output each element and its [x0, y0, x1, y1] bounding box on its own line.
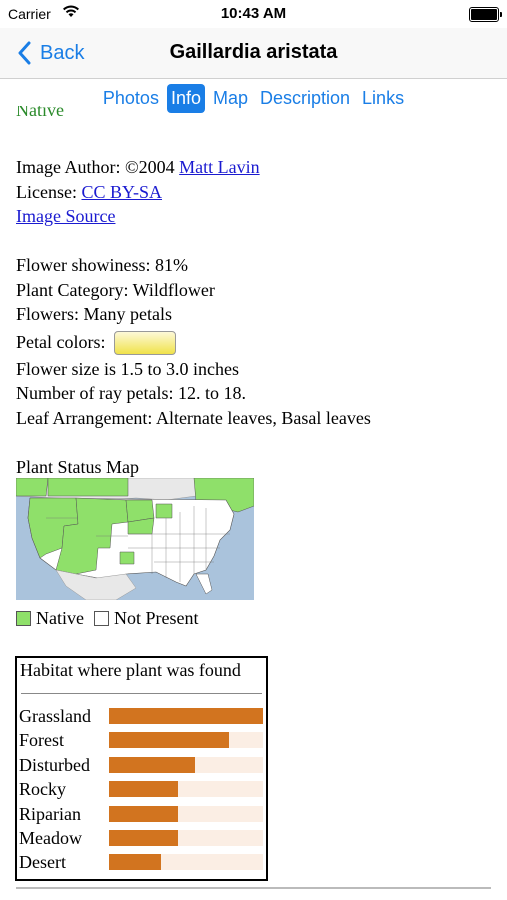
habitat-bar-track [109, 854, 263, 871]
plant-status-map [16, 478, 254, 600]
showiness-text: Flower showiness: 81% [16, 255, 188, 275]
habitat-bar-track [109, 708, 263, 724]
battery-icon [469, 7, 502, 22]
habitat-title: Habitat where plant was found [20, 660, 241, 680]
habitat-row: Meadow [19, 826, 264, 850]
tab-photos[interactable]: Photos [99, 84, 163, 113]
leaf-arrangement-text: Leaf Arrangement: Alternate leaves, Basa… [16, 407, 371, 428]
habitat-label: Grassland [19, 706, 91, 726]
license-line: License: CC BY-SA [16, 181, 163, 202]
petal-color-swatch [113, 331, 176, 356]
habitat-bar-track [109, 781, 263, 798]
ray-petals-text: Number of ray petals: 12. to 18. [16, 383, 246, 403]
category-text: Plant Category: Wildflower [16, 279, 215, 300]
habitat-bar [109, 756, 196, 773]
tab-links[interactable]: Links [358, 84, 408, 113]
habitat-row: Rocky [19, 777, 264, 801]
habitat-chart: Habitat where plant was found Grassland F… [15, 656, 268, 881]
habitat-row: Grassland [19, 704, 264, 728]
tab-description[interactable]: Description [256, 84, 354, 113]
image-source-link[interactable]: Image Source [16, 206, 115, 226]
tab-info[interactable]: Info [166, 83, 205, 113]
clock: 10:43 AM [220, 5, 287, 22]
page-title: Gaillardia aristata [169, 41, 338, 63]
habitat-row: Disturbed [19, 753, 264, 777]
habitat-label: Meadow [19, 828, 82, 848]
image-source-line: Image Source [16, 204, 491, 229]
author-link[interactable]: Matt Lavin [179, 157, 259, 177]
info-content: Image Author: ©2004 Matt Lavin License: … [16, 155, 491, 479]
habitat-label: Riparian [19, 803, 81, 824]
habitat-bar-track [109, 805, 263, 822]
habitat-label: Disturbed [19, 754, 90, 775]
flower-size-text: Flower size is 1.5 to 3.0 inches [16, 358, 239, 379]
habitat-bar-track [109, 756, 263, 773]
habitat-label: Forest [19, 730, 64, 751]
habitat-row: Desert [19, 850, 264, 874]
petal-colors-line: Petal colors: [16, 327, 491, 357]
habitat-bar-track [109, 732, 263, 749]
native-status-text: Native [16, 106, 64, 120]
image-author-line: Image Author: ©2004 Matt Lavin [16, 157, 260, 177]
habitat-row: Forest [19, 728, 264, 752]
license-link[interactable]: CC BY-SA [81, 182, 162, 202]
habitat-bar [109, 732, 230, 749]
habitat-bar [109, 854, 162, 871]
navigation-bar: Back Gaillardia aristata [0, 28, 507, 79]
legend-native-label: Native [36, 608, 84, 628]
flowers-text: Flowers: Many petals [16, 304, 172, 324]
status-map-title: Plant Status Map [16, 456, 140, 477]
habitat-bar-track [109, 830, 263, 846]
tab-map[interactable]: Map [209, 84, 252, 113]
habitat-bar [109, 805, 179, 822]
bottom-divider [16, 887, 491, 889]
segment-tabs: Photos Info Map Description Links [0, 80, 507, 116]
habitat-label: Desert [19, 852, 66, 873]
habitat-label: Rocky [19, 779, 66, 800]
status-bar: Carrier 10:43 AM [0, 0, 507, 28]
not-present-swatch [93, 611, 109, 626]
habitat-bar [109, 708, 263, 724]
native-swatch [16, 611, 31, 626]
habitat-row: Riparian [19, 802, 264, 826]
legend-not-present-label: Not Present [113, 608, 199, 628]
map-legend: Native Not Present [16, 608, 198, 629]
habitat-bar [109, 830, 179, 846]
habitat-divider [21, 693, 262, 694]
habitat-bar [109, 781, 179, 798]
